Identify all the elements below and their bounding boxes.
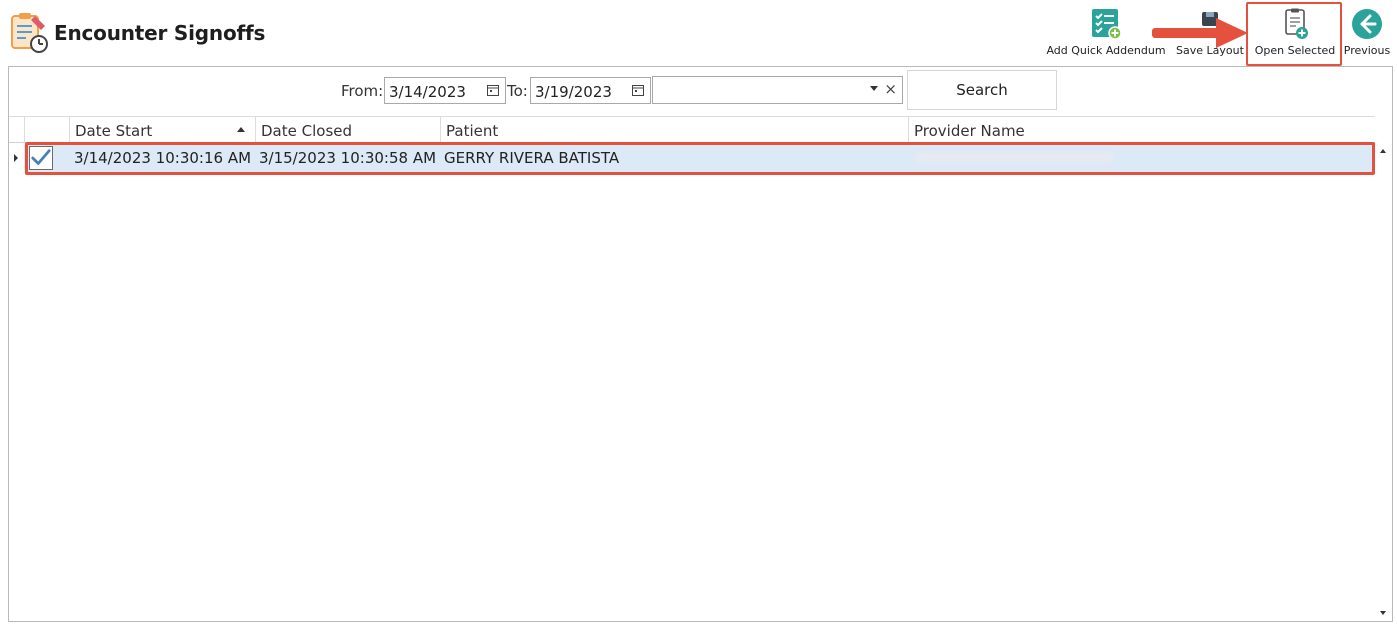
- column-header-label: Provider Name: [914, 122, 1025, 140]
- checklist-add-icon: [1092, 9, 1122, 40]
- column-header-label: Patient: [446, 122, 499, 140]
- column-header-date-start[interactable]: Date Start: [69, 116, 255, 143]
- clear-icon[interactable]: ×: [884, 80, 897, 98]
- column-header-provider-name[interactable]: Provider Name: [908, 116, 1375, 143]
- search-button[interactable]: Search: [907, 70, 1057, 110]
- previous-label: Previous: [1343, 44, 1391, 57]
- calendar-icon[interactable]: [632, 84, 644, 96]
- scroll-down-icon[interactable]: [1380, 611, 1386, 615]
- chevron-down-icon[interactable]: [870, 86, 878, 91]
- row-indicator-icon: [14, 154, 18, 162]
- page-title: Encounter Signoffs: [54, 21, 266, 45]
- to-label: To:: [507, 82, 528, 100]
- vertical-scrollbar[interactable]: [1375, 143, 1392, 621]
- add-quick-addendum-button[interactable]: Add Quick Addendum: [1046, 4, 1166, 62]
- checkbox-column-header[interactable]: [24, 116, 69, 143]
- row-indicator-header: [9, 116, 24, 143]
- from-date-input[interactable]: 3/14/2023: [384, 77, 506, 104]
- column-header-date-closed[interactable]: Date Closed: [255, 116, 440, 143]
- previous-button[interactable]: Previous: [1343, 4, 1391, 62]
- annotation-highlight-row: [25, 142, 1375, 175]
- annotation-arrow: [1152, 18, 1248, 48]
- sort-ascending-icon: [237, 127, 245, 132]
- back-arrow-circle-icon: [1352, 9, 1382, 39]
- scroll-up-icon[interactable]: [1380, 149, 1386, 153]
- add-quick-addendum-label: Add Quick Addendum: [1046, 44, 1166, 57]
- column-header-label: Date Closed: [261, 122, 353, 140]
- from-label: From:: [341, 82, 384, 100]
- annotation-highlight-open-selected: [1246, 2, 1342, 66]
- to-date-value: 3/19/2023: [535, 83, 612, 101]
- clipboard-clock-icon: [11, 13, 48, 53]
- column-header-label: Date Start: [75, 122, 153, 140]
- column-header-patient[interactable]: Patient: [440, 116, 908, 143]
- from-date-value: 3/14/2023: [389, 83, 466, 101]
- calendar-icon[interactable]: [487, 84, 499, 96]
- to-date-input[interactable]: 3/19/2023: [530, 77, 651, 104]
- provider-filter-select[interactable]: ×: [652, 76, 903, 104]
